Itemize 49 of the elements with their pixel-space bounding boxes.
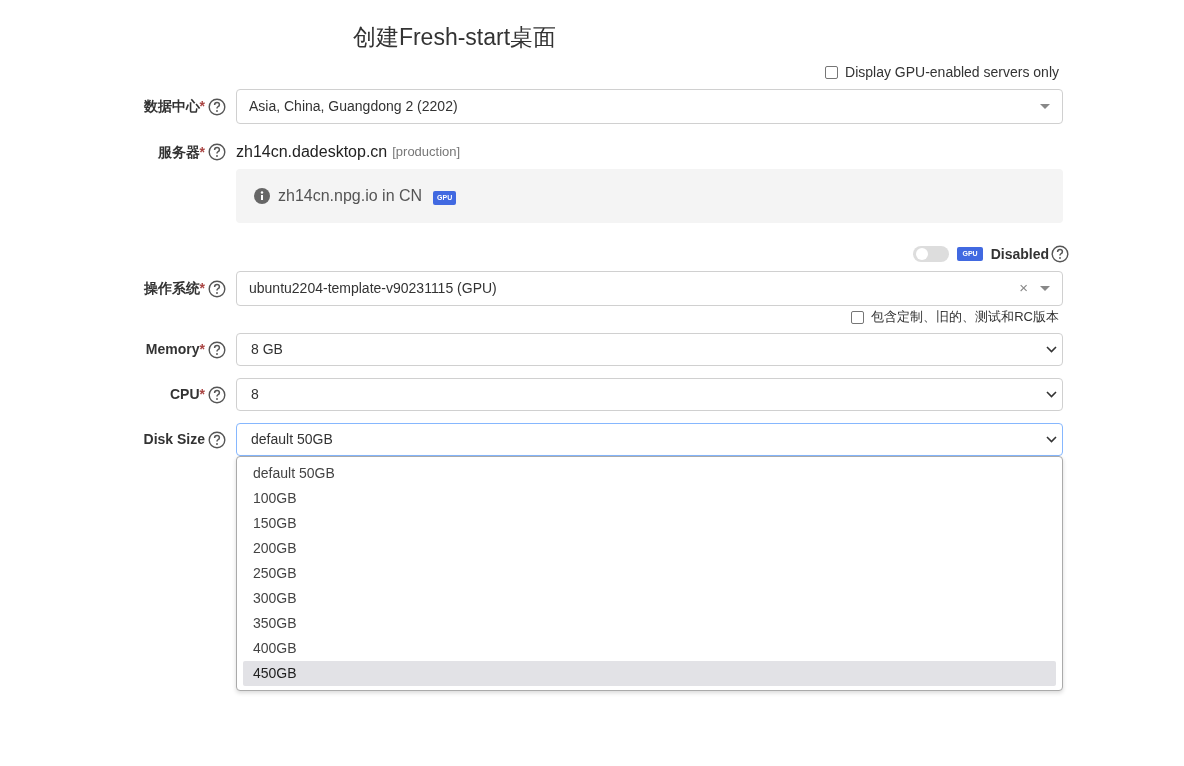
required-mark: * — [199, 142, 205, 162]
toggle-switch[interactable] — [913, 246, 950, 262]
dropdown-option[interactable]: 300GB — [243, 586, 1056, 611]
checkbox-label: 包含定制、旧的、测试和RC版本 — [871, 308, 1059, 327]
checkbox-label: Display GPU-enabled servers only — [845, 62, 1059, 82]
required-mark: * — [199, 385, 205, 404]
checkbox[interactable] — [825, 65, 838, 79]
help-icon[interactable] — [208, 143, 226, 161]
field-label: Disk Size — [143, 430, 205, 449]
select-field[interactable]: 8 GB — [236, 333, 1063, 366]
field-label: 数据中心 — [143, 97, 200, 116]
dropdown-option[interactable]: 400GB — [243, 636, 1056, 661]
chevron-down-icon — [1046, 391, 1057, 398]
help-icon[interactable] — [208, 279, 226, 298]
dropdown-option[interactable]: default 50GB — [243, 461, 1056, 486]
dropdown-option[interactable]: 100GB — [243, 486, 1056, 511]
help-icon[interactable] — [208, 97, 226, 116]
required-mark: * — [199, 340, 205, 359]
toggle-label: Disabled — [990, 244, 1049, 264]
dropdown-option[interactable]: 200GB — [243, 536, 1056, 561]
help-icon[interactable] — [208, 340, 226, 359]
dropdown-option[interactable]: 350GB — [243, 611, 1056, 636]
select-field[interactable]: 8 — [236, 378, 1063, 411]
help-icon[interactable] — [208, 430, 226, 449]
dropdown-caret-icon — [1040, 104, 1050, 109]
chevron-down-icon — [1046, 346, 1057, 353]
checkbox[interactable] — [851, 310, 865, 324]
select-field[interactable]: default 50GB — [236, 423, 1063, 456]
dropdown-option[interactable]: 150GB — [243, 511, 1056, 536]
dropdown-option[interactable]: 450GB — [243, 661, 1056, 686]
field-label: Memory — [145, 340, 200, 359]
dropdown-caret-icon — [1040, 286, 1050, 291]
field-label: 服务器 — [157, 142, 200, 162]
chevron-down-icon — [1046, 436, 1057, 443]
dropdown-option[interactable]: 250GB — [243, 561, 1056, 586]
info-text: zh14cn.npg.io in CN — [278, 186, 423, 206]
field-label: CPU — [170, 385, 200, 404]
required-mark: * — [199, 279, 205, 298]
page-title: 创建Fresh-start桌面 — [352, 23, 557, 52]
server-host: zh14cn.dadesktop.cn — [236, 142, 388, 162]
clear-button[interactable]: × — [1019, 277, 1028, 300]
select-field[interactable]: ubuntu2204-template-v90231115 (GPU) × — [236, 271, 1063, 306]
help-icon[interactable] — [1051, 245, 1069, 263]
select-field[interactable]: Asia, China, Guangdong 2 (2202) — [236, 89, 1063, 124]
field-label: 操作系统 — [143, 279, 200, 298]
info-icon — [254, 188, 270, 204]
server-environment: [production] — [392, 143, 461, 162]
required-mark: * — [199, 97, 205, 116]
help-icon[interactable] — [208, 385, 226, 404]
